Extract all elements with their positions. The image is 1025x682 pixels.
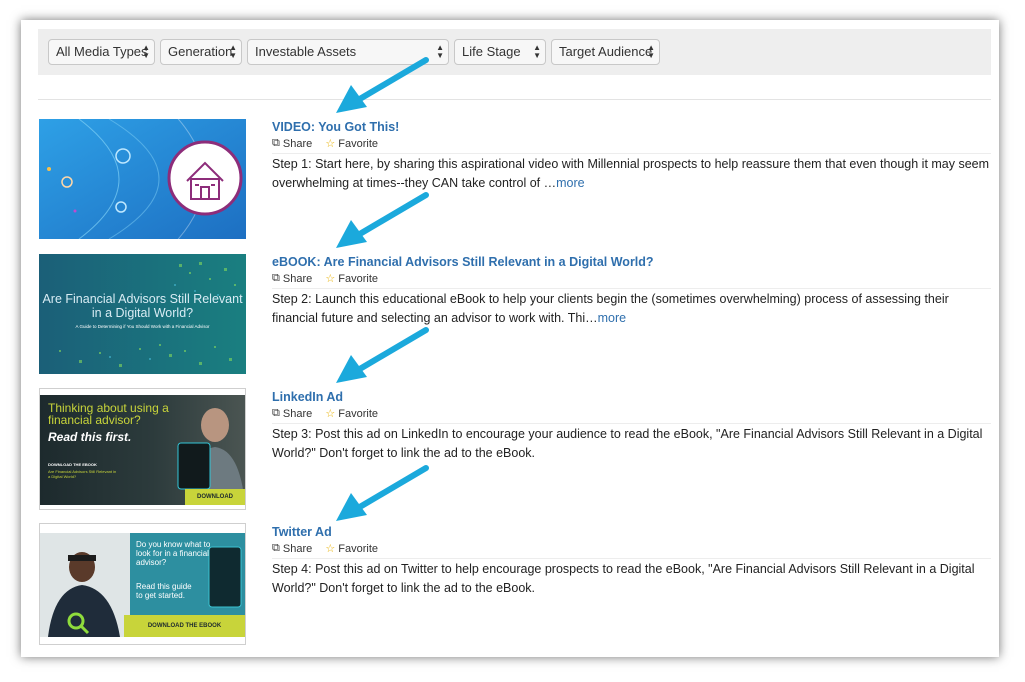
content-panel: All Media Types ▲ ▼ Generation ▲ ▼ Investa… — [21, 20, 999, 657]
annotation-arrow-icon — [336, 57, 429, 113]
life-stage-select[interactable]: Life Stage ▲ ▼ — [454, 39, 546, 65]
more-link[interactable]: more — [598, 311, 626, 325]
twitter-ad-text2: Read this guide to get started. — [136, 582, 192, 600]
share-icon[interactable]: ⧉ — [272, 407, 280, 420]
video-thumbnail-art — [39, 119, 246, 239]
item-title-ebook[interactable]: eBOOK: Are Financial Advisors Still Rele… — [272, 255, 654, 269]
annotation-arrow-icon — [336, 327, 429, 383]
item-title-twitter[interactable]: Twitter Ad — [272, 525, 332, 539]
description-text: Step 4: Post this ad on Twitter to help … — [272, 562, 975, 595]
target-audience-label: Target Audience — [559, 44, 653, 59]
share-icon[interactable]: ⧉ — [272, 542, 280, 555]
filter-bar: All Media Types ▲ ▼ Generation ▲ ▼ Investa… — [38, 29, 991, 75]
star-icon[interactable]: ☆ — [325, 137, 335, 150]
item-actions: ⧉ Share ☆ Favorite — [272, 137, 378, 150]
select-arrows-icon: ▲ ▼ — [142, 43, 150, 60]
video-thumbnail[interactable] — [39, 119, 246, 239]
more-link[interactable]: more — [556, 176, 584, 190]
linkedin-ad-small2: Are Financial Advisors Still Relevant in… — [48, 469, 117, 479]
ebook-cover-subtitle: A Guide to Determining if You Should Wor… — [75, 324, 210, 329]
tablet-image — [208, 546, 242, 608]
favorite-link[interactable]: Favorite — [338, 273, 378, 285]
description-text: Step 3: Post this ad on LinkedIn to enco… — [272, 427, 983, 460]
media-types-select[interactable]: All Media Types ▲ ▼ — [48, 39, 155, 65]
share-link[interactable]: Share — [283, 408, 312, 420]
item-description: Step 4: Post this ad on Twitter to help … — [272, 560, 992, 598]
twitter-ad-thumbnail[interactable]: Do you know what to look for in a financ… — [39, 523, 246, 645]
favorite-link[interactable]: Favorite — [338, 408, 378, 420]
annotation-arrow-icon — [336, 465, 429, 521]
item-description: Step 3: Post this ad on LinkedIn to enco… — [272, 425, 992, 463]
download-button-graphic: DOWNLOAD — [185, 489, 245, 505]
generation-label: Generation — [168, 44, 233, 59]
annotation-arrow-icon — [336, 192, 429, 248]
row-divider — [272, 558, 991, 559]
share-icon[interactable]: ⧉ — [272, 272, 280, 285]
share-link[interactable]: Share — [283, 543, 312, 555]
row-divider — [272, 288, 991, 289]
item-title-video[interactable]: VIDEO: You Got This! — [272, 120, 399, 134]
item-description: Step 1: Start here, by sharing this aspi… — [272, 155, 992, 193]
row-divider — [272, 153, 991, 154]
item-actions: ⧉ Share ☆ Favorite — [272, 407, 378, 420]
twitter-ad-text1: Do you know what to look for in a financ… — [136, 540, 211, 567]
ebook-thumbnail[interactable]: Are Financial Advisors Still Relevant in… — [39, 254, 246, 374]
share-link[interactable]: Share — [283, 273, 312, 285]
share-icon[interactable]: ⧉ — [272, 137, 280, 150]
item-actions: ⧉ Share ☆ Favorite — [272, 272, 378, 285]
linkedin-ad-small: DOWNLOAD THE EBOOK — [48, 462, 97, 467]
star-icon[interactable]: ☆ — [325, 272, 335, 285]
divider — [38, 99, 991, 100]
person-image — [40, 533, 130, 637]
share-link[interactable]: Share — [283, 138, 312, 150]
ebook-cover-title: Are Financial Advisors Still Relevant in… — [42, 292, 243, 320]
select-arrows-icon: ▲ ▼ — [436, 43, 444, 60]
download-ebook-button-graphic: DOWNLOAD THE EBOOK — [124, 615, 245, 637]
star-icon[interactable]: ☆ — [325, 407, 335, 420]
item-title-linkedin[interactable]: LinkedIn Ad — [272, 390, 343, 404]
select-arrows-icon: ▲ ▼ — [533, 43, 541, 60]
target-audience-select[interactable]: Target Audience ▲ ▼ — [551, 39, 660, 65]
favorite-link[interactable]: Favorite — [338, 138, 378, 150]
item-description: Step 2: Launch this educational eBook to… — [272, 290, 992, 328]
generation-select[interactable]: Generation ▲ ▼ — [160, 39, 242, 65]
item-actions: ⧉ Share ☆ Favorite — [272, 542, 378, 555]
description-text: Step 1: Start here, by sharing this aspi… — [272, 157, 990, 190]
linkedin-ad-cta: Read this first. — [48, 430, 132, 444]
star-icon[interactable]: ☆ — [325, 542, 335, 555]
life-stage-label: Life Stage — [462, 44, 521, 59]
linkedin-ad-thumbnail[interactable]: Thinking about using a financial advisor… — [39, 388, 246, 510]
media-types-label: All Media Types — [56, 44, 148, 59]
select-arrows-icon: ▲ ▼ — [229, 43, 237, 60]
row-divider — [272, 423, 991, 424]
linkedin-ad-headline: Thinking about using a financial advisor… — [48, 401, 169, 427]
favorite-link[interactable]: Favorite — [338, 543, 378, 555]
select-arrows-icon: ▲ ▼ — [647, 43, 655, 60]
